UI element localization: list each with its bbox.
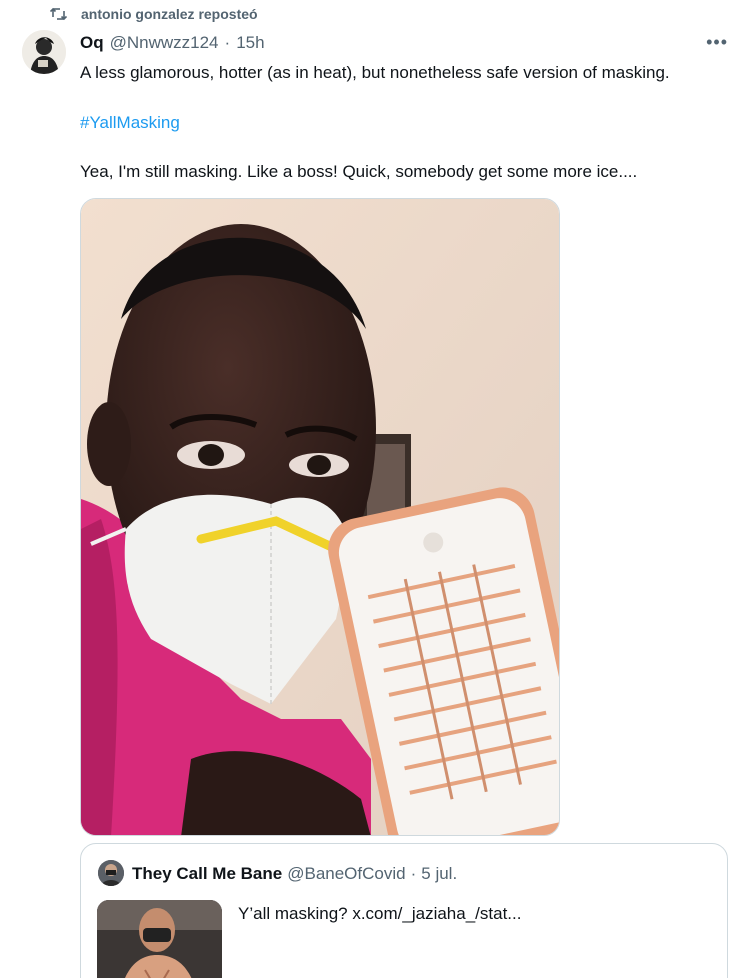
hashtag-link[interactable]: #YallMasking [80, 112, 180, 134]
quoted-tweet[interactable]: They Call Me Bane @BaneOfCovid · 5 jul. … [80, 843, 728, 978]
separator-dot: · [410, 864, 417, 883]
tweet-photo[interactable] [80, 198, 560, 836]
separator-dot: · [224, 33, 231, 52]
tweet-text-line: Yea, I'm still masking. Like a boss! Qui… [80, 162, 638, 181]
repost-text: antonio gonzalez reposteó [81, 6, 258, 22]
more-options-icon[interactable]: ••• [706, 32, 728, 53]
quoted-author-name[interactable]: They Call Me Bane [132, 864, 282, 884]
repost-banner[interactable]: antonio gonzalez reposteó [50, 6, 258, 22]
quoted-avatar[interactable] [98, 860, 124, 886]
timestamp[interactable]: 15h [236, 33, 264, 53]
quoted-text: Y’all masking? x.com/_jaziaha_/stat... [238, 904, 522, 923]
quoted-author-handle[interactable]: @BaneOfCovid [287, 864, 405, 884]
tweet-text-line: A less glamorous, hotter (as in heat), b… [80, 63, 670, 82]
quoted-date[interactable]: 5 jul. [421, 864, 457, 884]
avatar[interactable] [22, 30, 66, 74]
quoted-header: They Call Me Bane @BaneOfCovid · 5 jul. [132, 864, 457, 884]
author-name[interactable]: Oq [80, 33, 104, 53]
author-handle[interactable]: @Nnwwzz124 [110, 33, 219, 53]
quoted-thumbnail[interactable] [97, 900, 222, 978]
tweet-header: Oq @Nnwwzz124 · 15h [80, 33, 265, 53]
repost-icon [50, 7, 67, 21]
